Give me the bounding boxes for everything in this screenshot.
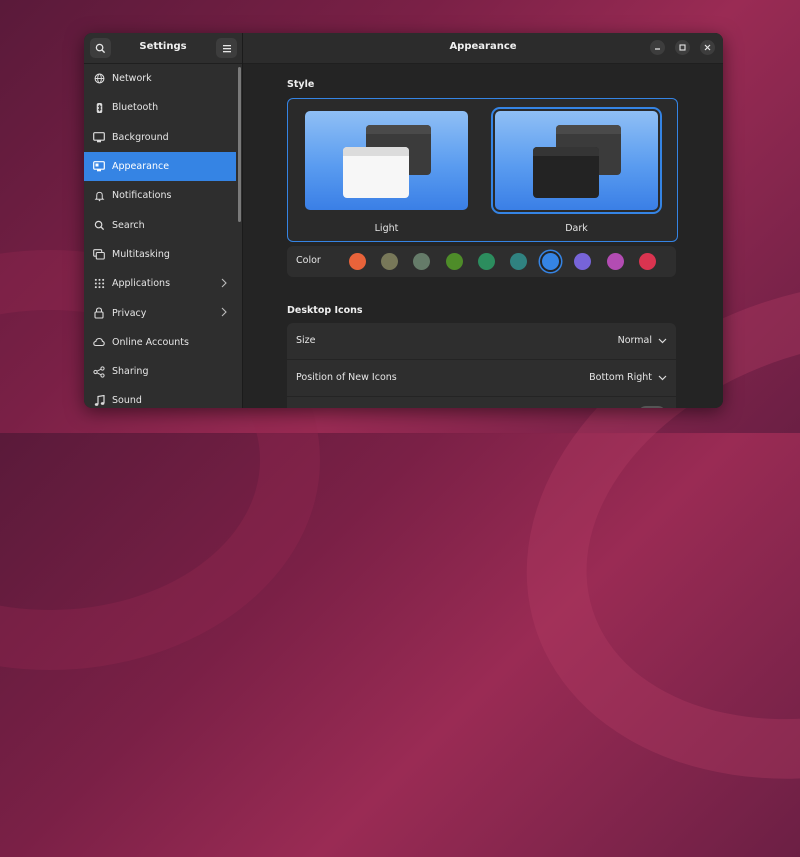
menu-button[interactable] xyxy=(216,38,237,58)
sidebar-item-online-accounts[interactable]: Online Accounts xyxy=(84,328,236,357)
size-row[interactable]: Size Normal xyxy=(287,323,676,360)
toggle-switch[interactable] xyxy=(638,406,666,408)
color-swatch[interactable] xyxy=(510,253,527,270)
color-swatch[interactable] xyxy=(349,253,366,270)
sidebar-item-sharing[interactable]: Sharing xyxy=(84,357,236,386)
sidebar-item-privacy[interactable]: Privacy xyxy=(84,298,236,327)
color-swatch[interactable] xyxy=(606,253,624,270)
style-section-title: Style xyxy=(287,79,315,90)
minimize-icon xyxy=(655,48,660,50)
sidebar-item-bluetooth[interactable]: Bluetooth xyxy=(84,93,236,122)
chevron-down-icon xyxy=(658,336,667,347)
sidebar-header: Settings xyxy=(84,33,242,64)
sidebar-item-label: Notifications xyxy=(112,190,172,202)
sidebar-item-multitasking[interactable]: Multitasking xyxy=(84,240,236,269)
sidebar-item-label: Search xyxy=(112,219,145,231)
desktop-icons-section-title: Desktop Icons xyxy=(287,305,363,316)
close-icon xyxy=(704,44,711,51)
sidebar-item-label: Applications xyxy=(112,278,171,290)
sidebar-nav: Network Bluetooth Background Appearance … xyxy=(84,64,236,408)
cloud-icon xyxy=(93,336,105,348)
sidebar: Settings Network Bluetooth Background Ap… xyxy=(84,33,243,408)
sidebar-item-label: Background xyxy=(112,131,169,143)
sidebar-item-label: Sharing xyxy=(112,366,149,378)
chevron-right-icon xyxy=(221,307,227,320)
search-icon xyxy=(93,219,105,231)
network-icon xyxy=(93,73,105,85)
maximize-icon xyxy=(679,44,686,51)
sidebar-item-appearance[interactable]: Appearance xyxy=(84,151,236,182)
multitasking-icon xyxy=(93,248,105,260)
sidebar-item-label: Online Accounts xyxy=(112,336,189,348)
partial-row[interactable] xyxy=(287,397,676,408)
lock-icon xyxy=(93,307,105,319)
sidebar-item-label: Appearance xyxy=(112,161,170,173)
sidebar-item-background[interactable]: Background xyxy=(84,123,236,152)
appearance-icon xyxy=(93,161,105,173)
theme-light-label: Light xyxy=(374,223,399,234)
accent-color-row: Color xyxy=(287,246,676,277)
theme-dark-card[interactable] xyxy=(491,107,662,214)
color-swatch[interactable] xyxy=(381,253,399,270)
sidebar-item-label: Bluetooth xyxy=(112,102,159,114)
color-swatch[interactable] xyxy=(542,253,560,270)
desktop-icons-panel: Size Normal Position of New Icons Bottom… xyxy=(287,323,676,408)
color-swatch[interactable] xyxy=(638,253,656,270)
share-icon xyxy=(93,366,105,378)
size-value: Normal xyxy=(617,335,652,346)
sidebar-item-applications[interactable]: Applications xyxy=(84,269,236,298)
background-icon xyxy=(93,131,105,143)
color-swatch[interactable] xyxy=(574,253,592,270)
music-note-icon xyxy=(93,394,105,407)
position-value: Bottom Right xyxy=(589,372,652,383)
main-content: Appearance Style Light Dark Color Deskto… xyxy=(243,33,723,408)
color-label: Color xyxy=(296,255,321,266)
mini-window-front xyxy=(343,147,409,198)
sidebar-item-label: Multitasking xyxy=(112,248,170,260)
sidebar-item-search[interactable]: Search xyxy=(84,210,236,239)
theme-light-card[interactable] xyxy=(305,111,468,210)
position-row[interactable]: Position of New Icons Bottom Right xyxy=(287,360,676,397)
maximize-button[interactable] xyxy=(675,40,690,55)
color-swatch[interactable] xyxy=(445,253,463,270)
applications-icon xyxy=(93,278,105,290)
sidebar-item-network[interactable]: Network xyxy=(84,64,236,93)
sidebar-item-label: Privacy xyxy=(112,307,147,319)
sidebar-item-notifications[interactable]: Notifications xyxy=(84,181,236,210)
color-swatch[interactable] xyxy=(413,253,431,270)
mini-window-front xyxy=(533,147,599,198)
settings-window: Settings Network Bluetooth Background Ap… xyxy=(84,33,723,408)
theme-dark-label: Dark xyxy=(565,223,588,234)
style-panel: Light Dark xyxy=(287,98,678,242)
chevron-right-icon xyxy=(221,278,227,291)
sidebar-item-sound[interactable]: Sound xyxy=(84,386,236,408)
main-header: Appearance xyxy=(243,33,723,64)
sidebar-item-label: Network xyxy=(112,73,152,85)
bell-icon xyxy=(93,190,105,202)
size-label: Size xyxy=(296,335,316,346)
sidebar-item-label: Sound xyxy=(112,395,142,407)
hamburger-icon xyxy=(222,44,231,52)
close-button[interactable] xyxy=(700,40,715,55)
color-swatch[interactable] xyxy=(477,253,495,270)
minimize-button[interactable] xyxy=(650,40,665,55)
position-label: Position of New Icons xyxy=(296,372,397,383)
sidebar-scrollbar[interactable] xyxy=(238,67,241,222)
bluetooth-icon xyxy=(93,102,105,114)
chevron-down-icon xyxy=(658,373,667,384)
